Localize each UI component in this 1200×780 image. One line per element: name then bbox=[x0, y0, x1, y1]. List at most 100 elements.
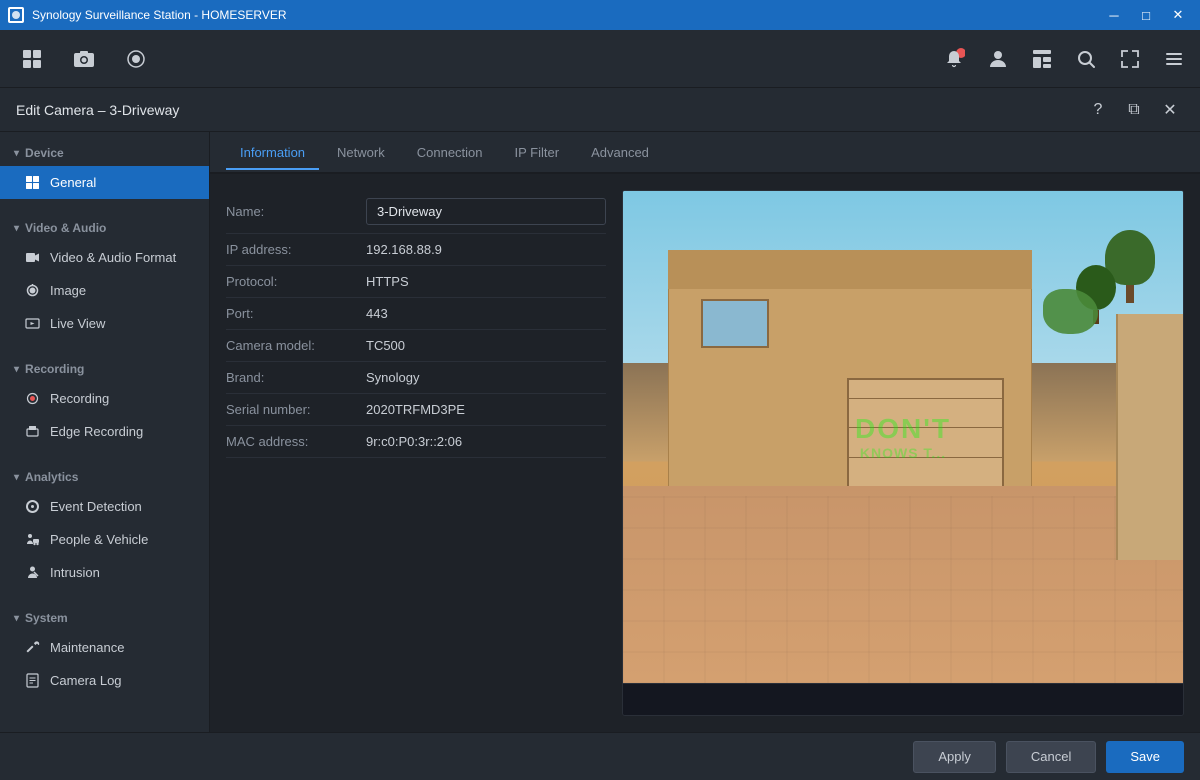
form-label-serial: Serial number: bbox=[226, 402, 366, 417]
sidebar-section-label-analytics: Analytics bbox=[25, 470, 78, 484]
title-bar-left: Synology Surveillance Station - HOMESERV… bbox=[8, 7, 287, 23]
form-label-name: Name: bbox=[226, 204, 366, 219]
sidebar-section-header-video-audio[interactable]: ▾ Video & Audio bbox=[0, 215, 209, 241]
sidebar-item-live-view[interactable]: Live View bbox=[0, 307, 209, 340]
general-icon bbox=[24, 175, 40, 190]
sidebar-item-label-live-view: Live View bbox=[50, 316, 105, 331]
title-bar: Synology Surveillance Station - HOMESERV… bbox=[0, 0, 1200, 30]
toolbar-camera-button[interactable] bbox=[60, 35, 108, 83]
form-value-mac: 9r:c0:P0:3r::2:06 bbox=[366, 434, 606, 449]
sidebar-section-video-audio: ▾ Video & Audio Video & Audio Format bbox=[0, 207, 209, 348]
collapse-recording-icon: ▾ bbox=[14, 364, 19, 375]
sidebar-item-label-people-vehicle: People & Vehicle bbox=[50, 532, 148, 547]
maximize-button[interactable]: □ bbox=[1132, 5, 1160, 25]
layout-icon bbox=[1031, 48, 1053, 70]
minimize-button[interactable]: ─ bbox=[1100, 5, 1128, 25]
form-value-brand: Synology bbox=[366, 370, 606, 385]
close-window-button[interactable]: ✕ bbox=[1164, 5, 1192, 25]
sidebar-item-label-maintenance: Maintenance bbox=[50, 640, 124, 655]
tab-information[interactable]: Information bbox=[226, 137, 319, 170]
sidebar-item-label-image: Image bbox=[50, 283, 86, 298]
toolbar-record-button[interactable] bbox=[112, 35, 160, 83]
sidebar-item-label-intrusion: Intrusion bbox=[50, 565, 100, 580]
sidebar-section-system: ▾ System Maintenance bbox=[0, 597, 209, 705]
toolbar-grid-button[interactable] bbox=[8, 35, 56, 83]
collapse-analytics-icon: ▾ bbox=[14, 472, 19, 483]
apply-button[interactable]: Apply bbox=[913, 741, 996, 773]
form-label-port: Port: bbox=[226, 306, 366, 321]
collapse-video-icon: ▾ bbox=[14, 223, 19, 234]
people-vehicle-icon bbox=[24, 532, 40, 547]
expand-button[interactable] bbox=[1112, 41, 1148, 77]
intrusion-icon bbox=[24, 565, 40, 580]
sidebar-section-header-analytics[interactable]: ▾ Analytics bbox=[0, 464, 209, 490]
account-button[interactable] bbox=[980, 41, 1016, 77]
sidebar-item-camera-log[interactable]: Camera Log bbox=[0, 664, 209, 697]
live-view-icon bbox=[24, 316, 40, 331]
tab-advanced[interactable]: Advanced bbox=[577, 137, 663, 170]
hamburger-icon bbox=[1163, 48, 1185, 70]
form-label-camera-model: Camera model: bbox=[226, 338, 366, 353]
form-row-name: Name: bbox=[226, 190, 606, 234]
tab-bar: Information Network Connection IP Filter… bbox=[210, 132, 1200, 174]
save-button[interactable]: Save bbox=[1106, 741, 1184, 773]
notification-button[interactable] bbox=[936, 41, 972, 77]
dialog-header: Edit Camera – 3-Driveway ? ⧉ ✕ bbox=[0, 88, 1200, 132]
camera-feed: DON'T KNOWS T... bbox=[623, 191, 1183, 683]
tab-connection[interactable]: Connection bbox=[403, 137, 497, 170]
camera-icon bbox=[73, 48, 95, 70]
sidebar-item-general[interactable]: General bbox=[0, 166, 209, 199]
form-row-protocol: Protocol: HTTPS bbox=[226, 266, 606, 298]
form-row-camera-model: Camera model: TC500 bbox=[226, 330, 606, 362]
cancel-button[interactable]: Cancel bbox=[1006, 741, 1096, 773]
dialog-title: Edit Camera – 3-Driveway bbox=[16, 102, 179, 118]
form-value-camera-model: TC500 bbox=[366, 338, 606, 353]
sidebar-item-event-detection[interactable]: Event Detection bbox=[0, 490, 209, 523]
restore-button[interactable]: ⧉ bbox=[1120, 96, 1148, 124]
sidebar-section-label-device: Device bbox=[25, 146, 64, 160]
title-bar-controls: ─ □ ✕ bbox=[1100, 5, 1192, 25]
preview-bottom-bar bbox=[623, 683, 1183, 715]
search-button[interactable] bbox=[1068, 41, 1104, 77]
close-dialog-button[interactable]: ✕ bbox=[1156, 96, 1184, 124]
sidebar-section-label-system: System bbox=[25, 611, 68, 625]
sidebar-section-header-system[interactable]: ▾ System bbox=[0, 605, 209, 631]
tab-ip-filter[interactable]: IP Filter bbox=[501, 137, 574, 170]
main-area: Edit Camera – 3-Driveway ? ⧉ ✕ ▾ Device bbox=[0, 88, 1200, 780]
search-icon bbox=[1075, 48, 1097, 70]
camera-log-icon bbox=[24, 673, 40, 688]
sidebar-item-people-vehicle[interactable]: People & Vehicle bbox=[0, 523, 209, 556]
form-value-serial: 2020TRFMD3PE bbox=[366, 402, 606, 417]
sidebar-item-maintenance[interactable]: Maintenance bbox=[0, 631, 209, 664]
form-value-ip: 192.168.88.9 bbox=[366, 242, 606, 257]
grid-icon bbox=[21, 48, 43, 70]
sidebar-item-image[interactable]: Image bbox=[0, 274, 209, 307]
content-area: ▾ Device General ▾ Video bbox=[0, 132, 1200, 732]
menu-button[interactable] bbox=[1156, 41, 1192, 77]
form-area: Name: IP address: 192.168.88.9 Protocol:… bbox=[226, 190, 606, 716]
recording-icon bbox=[24, 391, 40, 406]
sidebar-item-label-event-detection: Event Detection bbox=[50, 499, 142, 514]
sidebar-section-analytics: ▾ Analytics Event Detection bbox=[0, 456, 209, 597]
sidebar-item-intrusion[interactable]: Intrusion bbox=[0, 556, 209, 589]
form-label-ip: IP address: bbox=[226, 242, 366, 257]
toolbar-right bbox=[936, 41, 1192, 77]
sidebar-section-header-recording[interactable]: ▾ Recording bbox=[0, 356, 209, 382]
sidebar-section-header-device[interactable]: ▾ Device bbox=[0, 140, 209, 166]
form-row-serial: Serial number: 2020TRFMD3PE bbox=[226, 394, 606, 426]
footer: Apply Cancel Save bbox=[0, 732, 1200, 780]
name-input[interactable] bbox=[366, 198, 606, 225]
sidebar-section-device: ▾ Device General bbox=[0, 132, 209, 207]
sidebar-item-video-audio-format[interactable]: Video & Audio Format bbox=[0, 241, 209, 274]
help-button[interactable]: ? bbox=[1084, 96, 1112, 124]
tab-network[interactable]: Network bbox=[323, 137, 399, 170]
form-preview-area: Name: IP address: 192.168.88.9 Protocol:… bbox=[210, 174, 1200, 732]
sidebar-item-edge-recording[interactable]: Edge Recording bbox=[0, 415, 209, 448]
collapse-system-icon: ▾ bbox=[14, 613, 19, 624]
sidebar-item-label-general: General bbox=[50, 175, 96, 190]
layout-button[interactable] bbox=[1024, 41, 1060, 77]
person-icon bbox=[987, 48, 1009, 70]
form-label-brand: Brand: bbox=[226, 370, 366, 385]
bell-icon bbox=[943, 48, 965, 70]
sidebar-item-recording[interactable]: Recording bbox=[0, 382, 209, 415]
